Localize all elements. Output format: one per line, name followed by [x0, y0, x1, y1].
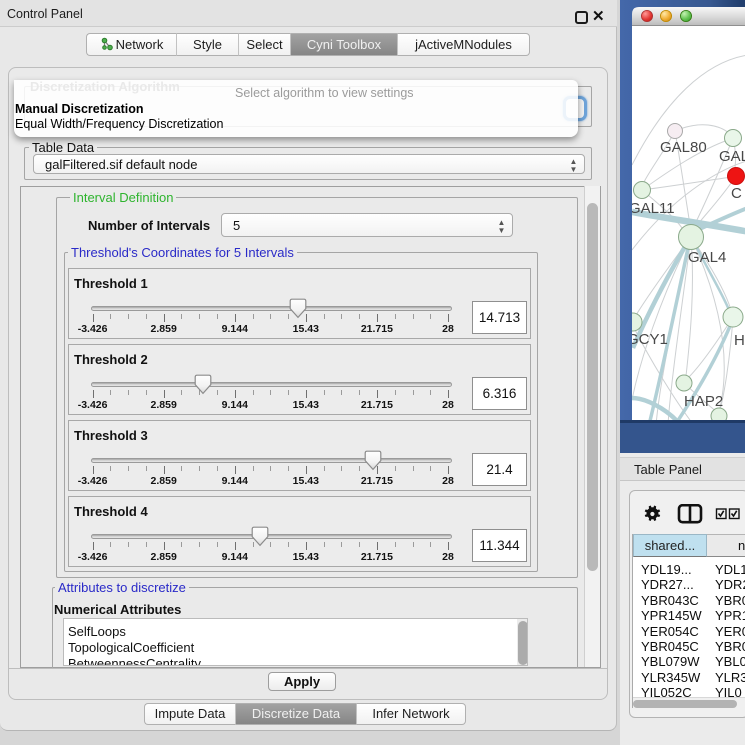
svg-text:GAL80: GAL80 [660, 139, 707, 156]
svg-text:GAL3: GAL3 [719, 148, 745, 165]
svg-text:GCY1: GCY1 [627, 331, 668, 348]
svg-text:C: C [731, 185, 742, 202]
svg-text:HAP2: HAP2 [684, 393, 723, 410]
svg-text:HIS: HIS [734, 332, 745, 349]
svg-text:GAL11: GAL11 [629, 200, 675, 217]
svg-text:GAL4: GAL4 [688, 249, 726, 266]
